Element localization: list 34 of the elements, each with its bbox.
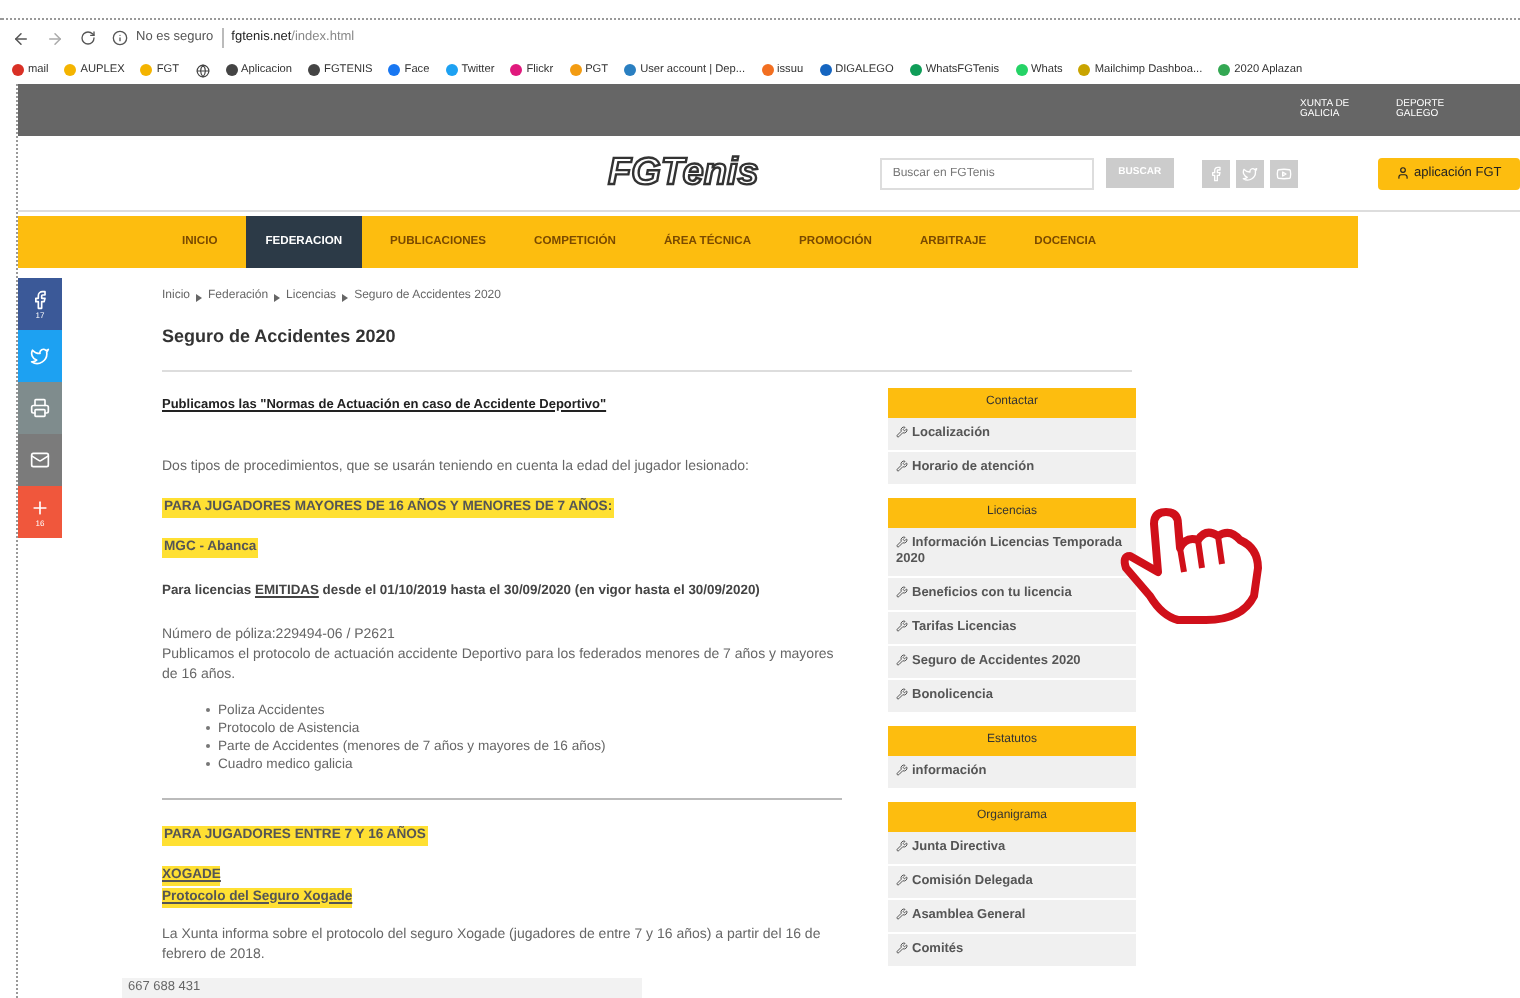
share-button[interactable] [18, 330, 62, 382]
wrench-icon [896, 874, 908, 887]
share-button[interactable] [18, 434, 62, 486]
wrench-icon [896, 654, 908, 667]
breadcrumb-separator-icon [342, 293, 349, 301]
video-icon [1275, 165, 1292, 181]
page-title: Seguro de Accidentes 2020 [162, 324, 398, 350]
breadcrumb-separator-icon [274, 293, 281, 301]
plus-icon [30, 497, 50, 517]
facebook-icon [30, 289, 50, 309]
facebook-icon [1207, 165, 1224, 181]
globe-icon[interactable] [195, 63, 210, 77]
breadcrumb-separator-icon [196, 293, 203, 301]
wrench-icon [896, 688, 908, 701]
mail-icon [30, 450, 50, 470]
print-icon [30, 398, 50, 418]
reload-icon[interactable] [80, 30, 96, 46]
wrench-icon [896, 426, 908, 439]
twitter-icon [1241, 165, 1258, 181]
forward-icon[interactable] [46, 29, 64, 47]
wrench-icon [896, 908, 908, 921]
wrench-icon [896, 620, 908, 633]
wrench-icon [896, 536, 908, 549]
back-icon[interactable] [12, 29, 30, 47]
wrench-icon [896, 586, 908, 599]
user-icon [1396, 166, 1411, 180]
wrench-icon [896, 764, 908, 777]
wrench-icon [896, 460, 908, 473]
info-icon [112, 30, 128, 46]
site-logo[interactable]: FGTenis [602, 149, 765, 197]
share-button[interactable] [18, 382, 62, 434]
twitter-icon [30, 346, 50, 366]
wrench-icon [896, 942, 908, 955]
wrench-icon [896, 840, 908, 853]
